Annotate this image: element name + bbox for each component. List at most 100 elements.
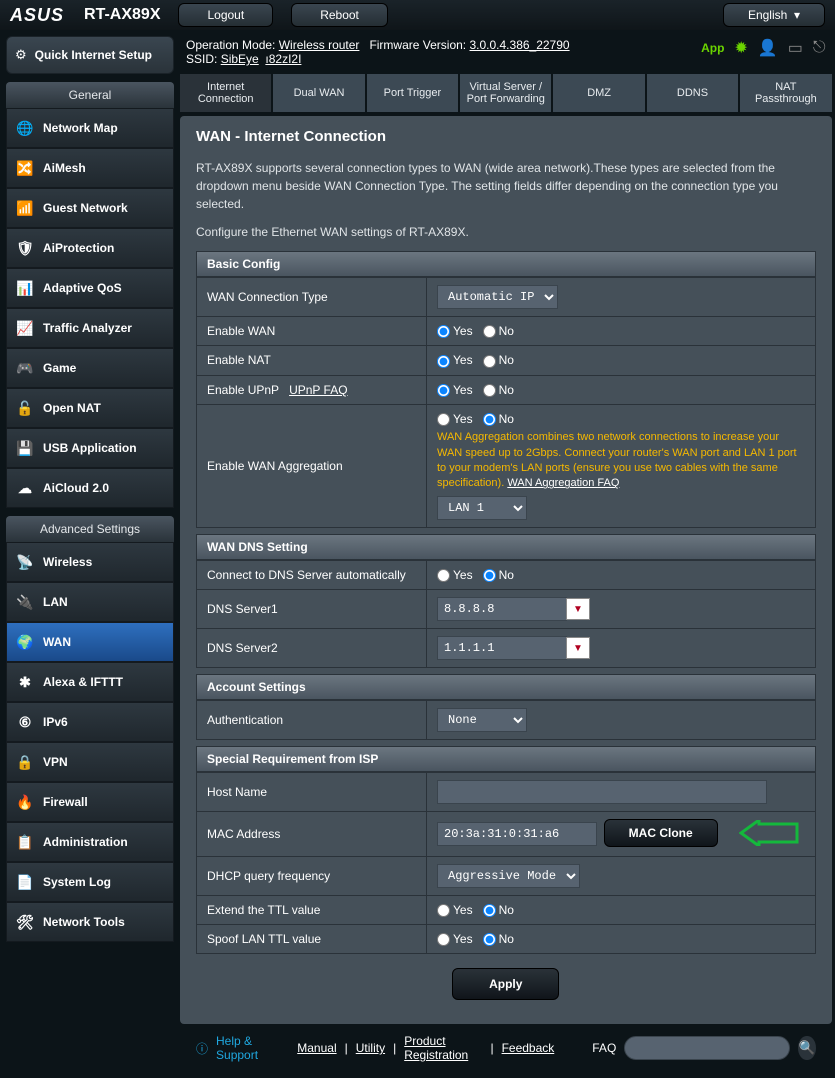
nav-label: Guest Network (43, 201, 128, 215)
spoof-ttl-no[interactable]: No (483, 932, 514, 946)
help-support[interactable]: Help & Support (216, 1034, 275, 1062)
mac-clone-button[interactable]: MAC Clone (604, 819, 718, 847)
nav-label: AiMesh (43, 161, 86, 175)
sidebar-item-aicloud-2-0[interactable]: ☁ AiCloud 2.0 (6, 468, 174, 508)
language-selector[interactable]: English ▾ (723, 3, 825, 27)
sidebar-item-lan[interactable]: 🔌LAN (6, 582, 174, 622)
app-link[interactable]: App (701, 41, 724, 55)
sidebar-item-guest-network[interactable]: 📶 Guest Network (6, 188, 174, 228)
sidebar-item-aimesh[interactable]: 🔀 AiMesh (6, 148, 174, 188)
sidebar-item-network-map[interactable]: 🌐Network Map (6, 108, 174, 148)
sidebar-item-vpn[interactable]: 🔒VPN (6, 742, 174, 782)
upnp-faq-link[interactable]: UPnP FAQ (289, 383, 347, 397)
page-desc1: RT-AX89X supports several connection typ… (196, 159, 816, 213)
sidebar-item-wireless[interactable]: 📡Wireless (6, 542, 174, 582)
sidebar-item-adaptive-qos[interactable]: 📊Adaptive QoS (6, 268, 174, 308)
enable-nat-label: Enable NAT (197, 346, 427, 375)
firmware-link[interactable]: 3.0.0.4.386_22790 (469, 38, 569, 52)
dns-auto-yes[interactable]: Yes (437, 568, 473, 582)
sidebar-item-open-nat[interactable]: 🔓Open NAT (6, 388, 174, 428)
auth-select[interactable]: None (437, 708, 527, 732)
sidebar-item-ipv6[interactable]: ⑥IPv6 (6, 702, 174, 742)
gear-icon[interactable]: ✹ (734, 38, 747, 58)
tab-dual-wan[interactable]: Dual WAN (273, 74, 364, 112)
sidebar-item-wan[interactable]: 🌍WAN (6, 622, 174, 662)
nav-icon: 🔥 (15, 792, 35, 812)
dns1-input[interactable] (437, 597, 567, 621)
content-panel: WAN - Internet Connection RT-AX89X suppo… (180, 116, 832, 1024)
manual-link[interactable]: Manual (297, 1041, 336, 1055)
op-mode-link[interactable]: Wireless router (279, 38, 360, 52)
agg-faq-link[interactable]: WAN Aggregation FAQ (507, 477, 619, 489)
sidebar-item-traffic-analyzer[interactable]: 📈Traffic Analyzer (6, 308, 174, 348)
wan-conn-type-select[interactable]: Automatic IP (437, 285, 558, 309)
hostname-label: Host Name (197, 773, 427, 812)
ssid2-link[interactable]: ı82zI2I (265, 52, 301, 66)
sidebar-item-usb-application[interactable]: 💾USB Application (6, 428, 174, 468)
enable-nat-no[interactable]: No (483, 353, 514, 367)
nav-icon: 📊 (15, 278, 35, 298)
sidebar-item-game[interactable]: 🎮Game (6, 348, 174, 388)
nav-label: IPv6 (43, 715, 68, 729)
faq-search-input[interactable] (624, 1036, 790, 1060)
enable-wan-yes[interactable]: Yes (437, 324, 473, 338)
wan-conn-type-label: WAN Connection Type (197, 278, 427, 317)
sidebar-item-alexa-ifttt[interactable]: ✱ Alexa & IFTTT (6, 662, 174, 702)
nav-label: Alexa & IFTTT (43, 675, 123, 689)
dns-auto-no[interactable]: No (483, 568, 514, 582)
isp-header: Special Requirement from ISP (196, 746, 816, 772)
hostname-input[interactable] (437, 780, 767, 804)
search-button[interactable]: 🔍 (798, 1036, 815, 1060)
utility-link[interactable]: Utility (356, 1041, 385, 1055)
tab-ddns[interactable]: DDNS (647, 74, 738, 112)
nav-label: AiCloud 2.0 (43, 481, 109, 495)
reboot-button[interactable]: Reboot (291, 3, 388, 27)
nav-icon: 🔌 (15, 592, 35, 612)
dhcp-freq-select[interactable]: Aggressive Mode (437, 864, 580, 888)
enable-upnp-no[interactable]: No (483, 383, 514, 397)
sidebar-item-administration[interactable]: 📋Administration (6, 822, 174, 862)
nav-icon: ✱ (15, 672, 35, 692)
tab-dmz[interactable]: DMZ (553, 74, 644, 112)
dns-header: WAN DNS Setting (196, 534, 816, 560)
general-header: General (6, 82, 174, 108)
enable-wan-no[interactable]: No (483, 324, 514, 338)
logout-button[interactable]: Logout (178, 3, 273, 27)
dns1-dropdown[interactable]: ▼ (566, 598, 590, 620)
user-icon[interactable]: 👤 (758, 38, 778, 58)
page-desc2: Configure the Ethernet WAN settings of R… (196, 223, 816, 241)
tab-port-trigger[interactable]: Port Trigger (367, 74, 458, 112)
sidebar-item-network-tools[interactable]: 🛠Network Tools (6, 902, 174, 942)
tab-virtual-server-port-forwarding[interactable]: Virtual Server / Port Forwarding (460, 74, 551, 112)
enable-agg-no[interactable]: No (483, 412, 514, 426)
usb-icon[interactable]: ⎋ (813, 39, 826, 57)
sidebar-item-system-log[interactable]: 📄System Log (6, 862, 174, 902)
enable-agg-yes[interactable]: Yes (437, 412, 473, 426)
nav-icon: 📋 (15, 832, 35, 852)
sidebar-item-aiprotection[interactable]: 🛡AiProtection (6, 228, 174, 268)
dns2-dropdown[interactable]: ▼ (566, 637, 590, 659)
spoof-ttl-yes[interactable]: Yes (437, 932, 473, 946)
feedback-link[interactable]: Feedback (502, 1041, 555, 1055)
faq-label: FAQ (592, 1041, 616, 1055)
nav-icon: 📶 (15, 198, 35, 218)
tab-internet-connection[interactable]: Internet Connection (180, 74, 271, 112)
dns2-input[interactable] (437, 636, 567, 660)
enable-nat-yes[interactable]: Yes (437, 353, 473, 367)
tab-nat-passthrough[interactable]: NAT Passthrough (740, 74, 831, 112)
nav-icon: ☁ (15, 478, 35, 498)
agg-port-select[interactable]: LAN 1 (437, 496, 527, 520)
registration-link[interactable]: Product Registration (404, 1034, 482, 1062)
device-icon[interactable]: ▭ (788, 38, 803, 58)
extend-ttl-yes[interactable]: Yes (437, 903, 473, 917)
ssid-link[interactable]: SibEye (221, 52, 259, 66)
enable-upnp-yes[interactable]: Yes (437, 383, 473, 397)
info-bar: Operation Mode: Wireless router Firmware… (180, 36, 832, 74)
sidebar-item-firewall[interactable]: 🔥Firewall (6, 782, 174, 822)
nav-label: Traffic Analyzer (43, 321, 132, 335)
apply-button[interactable]: Apply (452, 968, 559, 1000)
extend-ttl-no[interactable]: No (483, 903, 514, 917)
quick-internet-setup[interactable]: ⚙ Quick Internet Setup (6, 36, 174, 74)
nav-icon: 🔀 (15, 158, 35, 178)
mac-input[interactable] (437, 822, 597, 846)
